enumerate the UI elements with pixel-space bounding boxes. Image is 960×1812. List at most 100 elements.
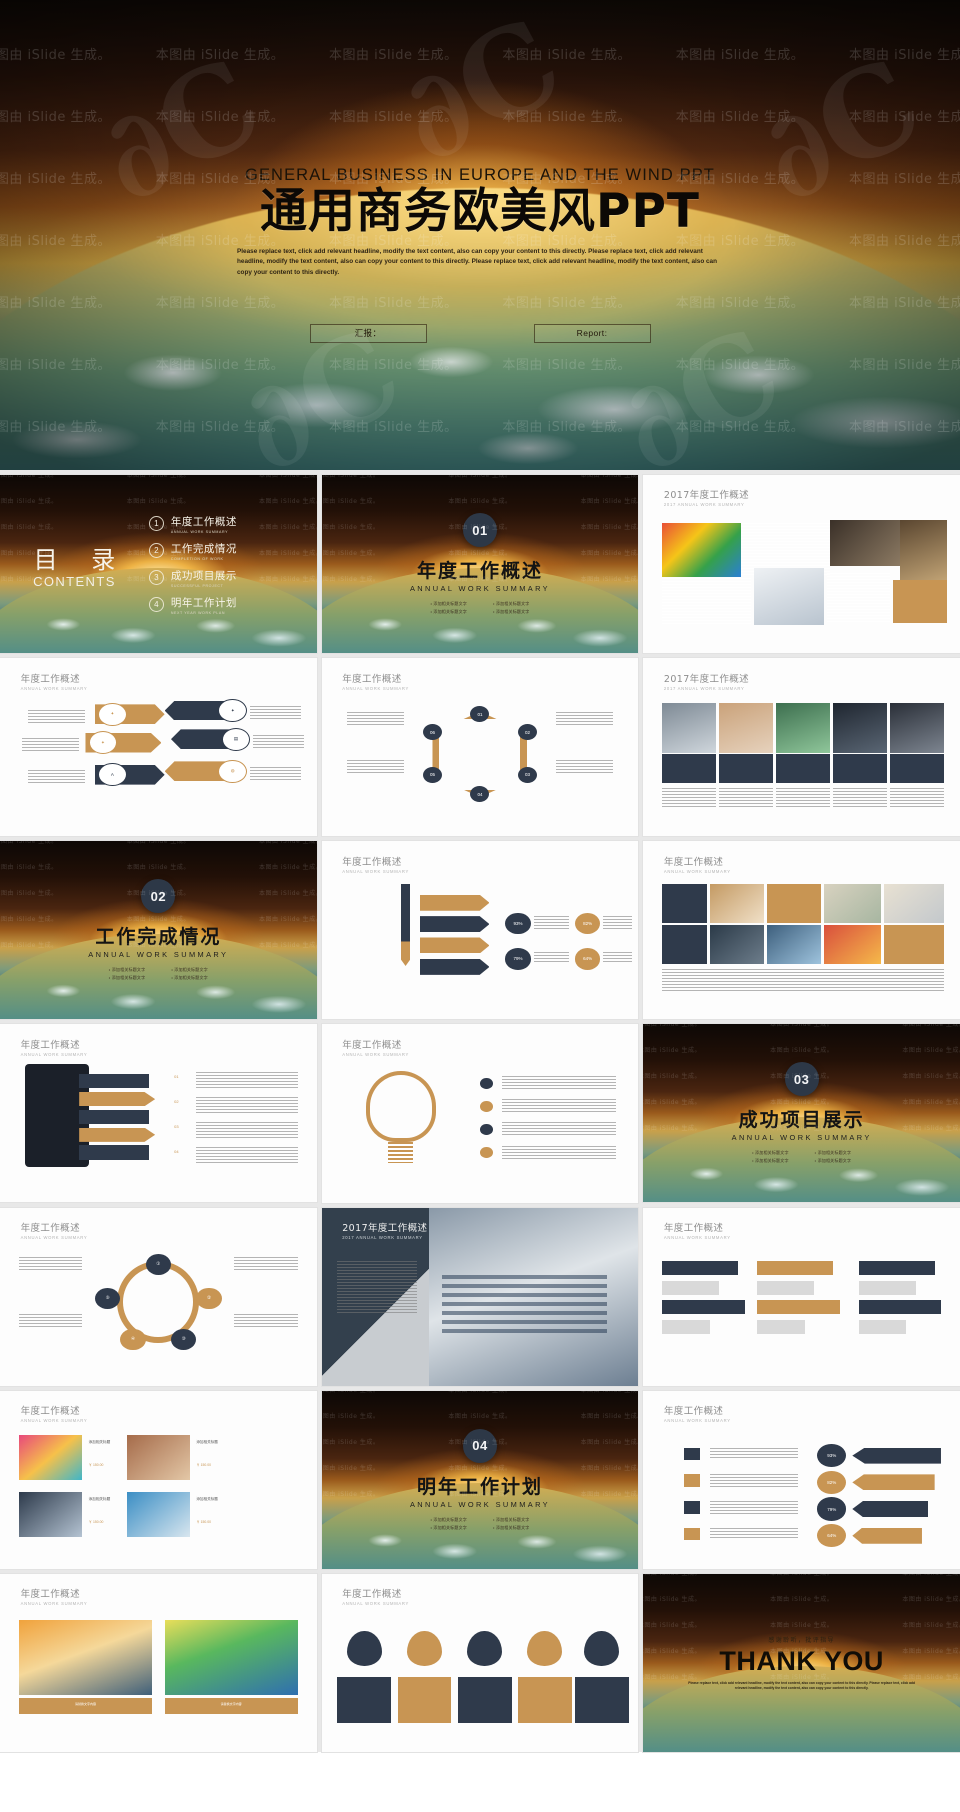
slide-heading: 2017年度工作概述 2017 ANNUAL WORK SUMMARY — [664, 487, 749, 507]
slide-thumb-circular-cycle[interactable]: 年度工作概述 ANNUAL WORK SUMMARY ① ② ③ ④ ⑤ — [0, 1207, 317, 1386]
contents-title-zh: 目 录 — [33, 545, 129, 574]
text-tile-tan — [883, 924, 945, 965]
slide-thumb-photo-mosaic[interactable]: 年度工作概述 ANNUAL WORK SUMMARY — [643, 841, 960, 1020]
icon-circle: ✦ — [218, 699, 247, 723]
hex-node: 03 — [517, 766, 537, 783]
slide-heading: 2017年度工作概述 2017 ANNUAL WORK SUMMARY — [342, 1220, 427, 1240]
hex-node: 04 — [470, 786, 490, 803]
hero-button-row: 汇报： Report: — [309, 323, 651, 343]
icon-circle: ◍ — [218, 759, 247, 783]
slide-thumb-section-04[interactable]: 本图由 iSlide 生成。 本图由 iSlide 生成。 本图由 iSlide 生… — [321, 1390, 639, 1569]
slide-title-en: ANNUAL WORK SUMMARY — [20, 1418, 88, 1424]
bar-dark — [858, 1260, 935, 1276]
pin-card-tan — [517, 1677, 572, 1724]
image-placeholder — [776, 702, 831, 753]
metric-circle: 93% — [505, 912, 531, 934]
slide-thumb-pen-metrics[interactable]: 年度工作概述 ANNUAL WORK SUMMARY 93% 82% 79% 6… — [321, 841, 639, 1020]
slide-thumb-overview-tiles[interactable]: 2017年度工作概述 2017 ANNUAL WORK SUMMARY — [643, 475, 960, 654]
slide-heading: 年度工作概述 ANNUAL WORK SUMMARY — [342, 1037, 409, 1057]
section-bullet: 添加相关标题文字 — [430, 601, 467, 607]
contents-item[interactable]: 4 明年工作计划 NEXT YEAR WORK PLAN — [148, 595, 317, 615]
slide-title-zh: 年度工作概述 — [20, 1222, 80, 1234]
slide-thumb-phone-list[interactable]: 年度工作概述 ANNUAL WORK SUMMARY 01 02 03 04 — [0, 1024, 317, 1203]
image-placeholder — [18, 1620, 152, 1695]
text-tile-dark — [79, 1074, 149, 1089]
slide-thumb-meeting-photo[interactable]: 2017年度工作概述 2017 ANNUAL WORK SUMMARY — [321, 1207, 639, 1386]
ppt-template-preview-page: 本图由 iSlide 生成。本图由 iSlide 生成。本图由 iSlide 生… — [0, 0, 960, 1812]
image-placeholder — [830, 519, 900, 566]
cycle-node: ① — [145, 1253, 171, 1276]
contents-item[interactable]: 1 年度工作概述 ANNUAL WORK SUMMARY — [148, 514, 317, 534]
cycle-node: ④ — [120, 1328, 146, 1350]
caption-text — [719, 788, 774, 808]
hero-slide[interactable]: 本图由 iSlide 生成。本图由 iSlide 生成。本图由 iSlide 生… — [0, 0, 960, 470]
metric-circle: 93% — [817, 1444, 846, 1468]
list-number: 01 — [174, 1074, 179, 1080]
arrow-dark — [419, 916, 490, 933]
slide-title-zh: 年度工作概述 — [20, 673, 80, 685]
text-tile-dark — [662, 754, 717, 783]
section-bullet: 添加相关标题文字 — [430, 1525, 467, 1531]
metric-circle: 64% — [574, 948, 601, 970]
slide-thumb-photo-columns[interactable]: 2017年度工作概述 2017 ANNUAL WORK SUMMARY — [643, 658, 960, 837]
slide-thumb-section-02[interactable]: 本图由 iSlide 生成。 本图由 iSlide 生成。 本图由 iSlide 生… — [0, 841, 317, 1020]
slide-thumb-two-photos[interactable]: 年度工作概述 ANNUAL WORK SUMMARY 请替换文字内容 请替换文字… — [0, 1573, 317, 1752]
slide-thumb-pin-timeline[interactable]: 年度工作概述 ANNUAL WORK SUMMARY — [321, 1573, 639, 1752]
contents-item[interactable]: 2 工作完成情况 COMPLETION OF WORK — [148, 541, 317, 561]
hex-node: 02 — [517, 724, 537, 741]
report-button-zh[interactable]: 汇报： — [309, 323, 427, 343]
section-bullet: 添加相关标题文字 — [171, 975, 208, 981]
image-placeholder — [833, 702, 888, 753]
slide-title-zh: 年度工作概述 — [20, 1589, 80, 1601]
slide-title-en: ANNUAL WORK SUMMARY — [20, 1601, 88, 1607]
bullet-dot — [479, 1077, 493, 1089]
section-title-zh: 成功项目展示 — [738, 1109, 865, 1132]
section-bullet: 添加相关标题文字 — [493, 1525, 530, 1531]
section-bullet: 添加相关标题文字 — [430, 1517, 467, 1523]
slide-title-zh: 2017年度工作概述 — [663, 673, 750, 685]
slide-title-zh: 年度工作概述 — [663, 1222, 724, 1234]
text-tile-dark — [826, 572, 891, 623]
section-bullet: 添加相关标题文字 — [430, 609, 467, 615]
arrow-tan — [852, 1527, 922, 1544]
caption-bar-tan — [18, 1698, 152, 1715]
slide-thumb-arrow-infographic[interactable]: 年度工作概述 ANNUAL WORK SUMMARY ✦ ✦ A ✦ ▤ ◍ — [0, 658, 317, 837]
slide-title-en: ANNUAL WORK SUMMARY — [342, 868, 410, 874]
slide-thumb-section-01[interactable]: 本图由 iSlide 生成。 本图由 iSlide 生成。 本图由 iSlide 生… — [321, 475, 639, 654]
slide-heading: 年度工作概述 ANNUAL WORK SUMMARY — [21, 1403, 88, 1423]
contents-item-label: 成功项目展示 — [170, 569, 237, 582]
slide-thumb-thank-you[interactable]: 本图由 iSlide 生成。 本图由 iSlide 生成。 本图由 iSlide 生… — [643, 1573, 960, 1752]
image-placeholder — [18, 1492, 83, 1537]
report-button-en[interactable]: Report: — [533, 323, 651, 343]
image-placeholder — [126, 1492, 190, 1537]
caption-text — [346, 759, 404, 774]
contents-item[interactable]: 3 成功项目展示 SUCCESSFUL PROJECT — [148, 568, 317, 588]
contents-item-sublabel: ANNUAL WORK SUMMARY — [170, 529, 229, 534]
caption-text — [18, 1314, 83, 1329]
slide-thumb-percent-arrows[interactable]: 年度工作概述 ANNUAL WORK SUMMARY 93% 82% 79% 6… — [643, 1390, 960, 1569]
bar-dark — [662, 1260, 739, 1276]
image-placeholder — [823, 924, 881, 965]
bar-gray — [662, 1319, 710, 1334]
caption-text — [662, 969, 945, 991]
caption-text — [709, 1527, 799, 1541]
slide-thumb-contents[interactable]: 本图由 iSlide 生成。 本图由 iSlide 生成。 本图由 iSlide 生… — [0, 475, 317, 654]
slide-thumb-bar-chart[interactable]: 年度工作概述 ANNUAL WORK SUMMARY — [643, 1207, 960, 1386]
slide-thumb-product-gallery[interactable]: 年度工作概述 ANNUAL WORK SUMMARY 添加相关标题 ￥ 150.… — [0, 1390, 317, 1569]
section-bullet: 添加相关标题文字 — [109, 975, 146, 981]
slide-title-en: ANNUAL WORK SUMMARY — [20, 1234, 88, 1240]
section-title-zh: 明年工作计划 — [416, 1475, 543, 1498]
image-placeholder — [662, 702, 717, 753]
list-number: 03 — [174, 1124, 179, 1130]
slide-title-zh: 年度工作概述 — [342, 856, 402, 868]
caption-text — [603, 951, 632, 965]
slide-thumb-bulb-list[interactable]: 年度工作概述 ANNUAL WORK SUMMARY — [321, 1024, 639, 1203]
arrow-dark — [419, 958, 490, 975]
section-bullet: 添加相关标题文字 — [752, 1158, 789, 1164]
slide-title-zh: 年度工作概述 — [663, 1406, 724, 1418]
slide-heading: 年度工作概述 ANNUAL WORK SUMMARY — [664, 1220, 731, 1240]
gallery-price: ￥ 150.00 — [88, 1519, 104, 1524]
slide-thumb-hexagon-cycle[interactable]: 年度工作概述 ANNUAL WORK SUMMARY 01 02 03 04 0… — [321, 658, 639, 837]
section-number-badge: 03 — [784, 1062, 819, 1097]
slide-thumb-section-03[interactable]: 本图由 iSlide 生成。 本图由 iSlide 生成。 本图由 iSlide 生… — [643, 1024, 960, 1203]
